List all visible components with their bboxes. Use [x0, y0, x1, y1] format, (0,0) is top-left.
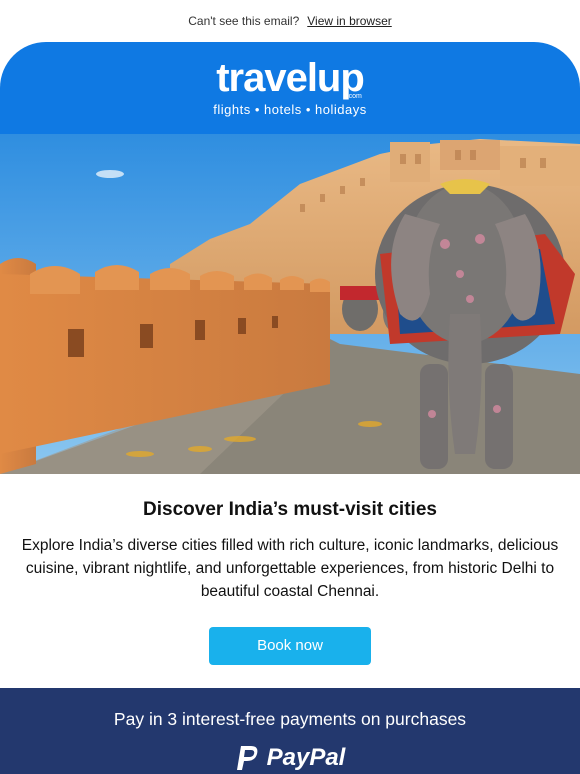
view-in-browser-link[interactable]: View in browser [307, 14, 391, 28]
hero-image[interactable] [0, 134, 580, 474]
preheader-text: Can't see this email? [188, 14, 300, 28]
book-now-button[interactable]: Book now [209, 627, 371, 665]
paypal-logo[interactable]: PayPal [0, 744, 580, 772]
logo-text: travelup [216, 55, 365, 100]
logo-suffix: .com [346, 92, 362, 100]
paypal-promo-text: Pay in 3 interest-free payments on purch… [113, 709, 467, 729]
description: Explore India’s diverse cities filled wi… [21, 537, 559, 600]
travelup-logo[interactable]: travelup .com [216, 55, 365, 100]
paypal-wordmark: PayPal [266, 744, 346, 771]
main-content: Discover India’s must-visit cities Explo… [0, 499, 580, 665]
brand-header: travelup .com flights • hotels • holiday… [0, 42, 580, 134]
tagline: flights • hotels • holidays [213, 101, 367, 117]
paypal-banner[interactable]: Pay in 3 interest-free payments on purch… [0, 688, 580, 774]
headline: Discover India’s must-visit cities [143, 499, 437, 520]
paypal-icon [236, 746, 258, 770]
preheader: Can't see this email? View in browser [0, 0, 580, 42]
